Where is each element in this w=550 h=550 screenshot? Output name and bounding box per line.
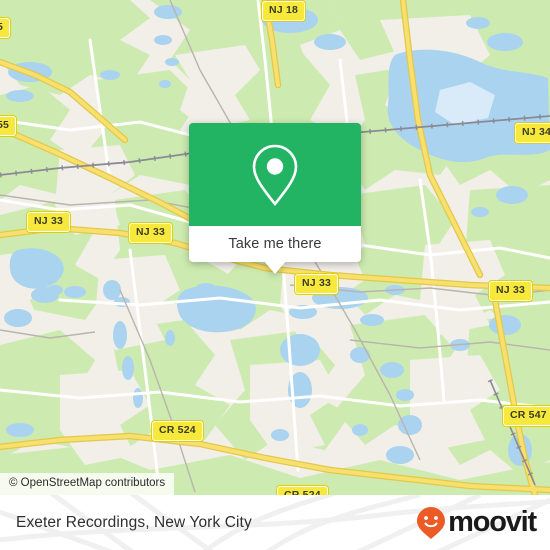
take-me-there-button[interactable]: Take me there	[228, 236, 321, 252]
page-title: Exeter Recordings, New York City	[16, 513, 252, 531]
moovit-pin-smiley-icon	[417, 506, 446, 539]
road-shield: 5	[0, 18, 11, 38]
map-canvas[interactable]: NJ 18 5 55 NJ 34 NJ 33 NJ 33 NJ 33 NJ 33…	[0, 0, 550, 495]
road-shield: CR 524	[277, 486, 328, 495]
road-shield: NJ 33	[295, 274, 339, 294]
footer-bar: Exeter Recordings, New York City moovit	[0, 495, 550, 550]
moovit-wordmark: moovit	[448, 506, 537, 538]
road-shield: NJ 34	[515, 123, 550, 143]
road-shield: NJ 33	[129, 223, 173, 243]
popup-action-panel[interactable]: Take me there	[189, 226, 361, 262]
popup-image-panel	[189, 123, 361, 226]
map-screenshot-root: NJ 18 5 55 NJ 34 NJ 33 NJ 33 NJ 33 NJ 33…	[0, 0, 550, 550]
map-attribution[interactable]: © OpenStreetMap contributors	[0, 473, 175, 495]
road-shield: CR 547	[503, 406, 550, 426]
popup-pointer-tail	[264, 261, 286, 274]
road-shield: CR 524	[152, 421, 203, 441]
moovit-logo[interactable]: moovit	[416, 506, 537, 540]
road-shield: 55	[0, 116, 17, 136]
road-shield: NJ 33	[27, 212, 71, 232]
road-shield: NJ 33	[489, 281, 533, 301]
map-pin-icon	[252, 144, 298, 206]
location-popup[interactable]: Take me there	[189, 123, 361, 274]
road-shield: NJ 18	[262, 1, 306, 21]
